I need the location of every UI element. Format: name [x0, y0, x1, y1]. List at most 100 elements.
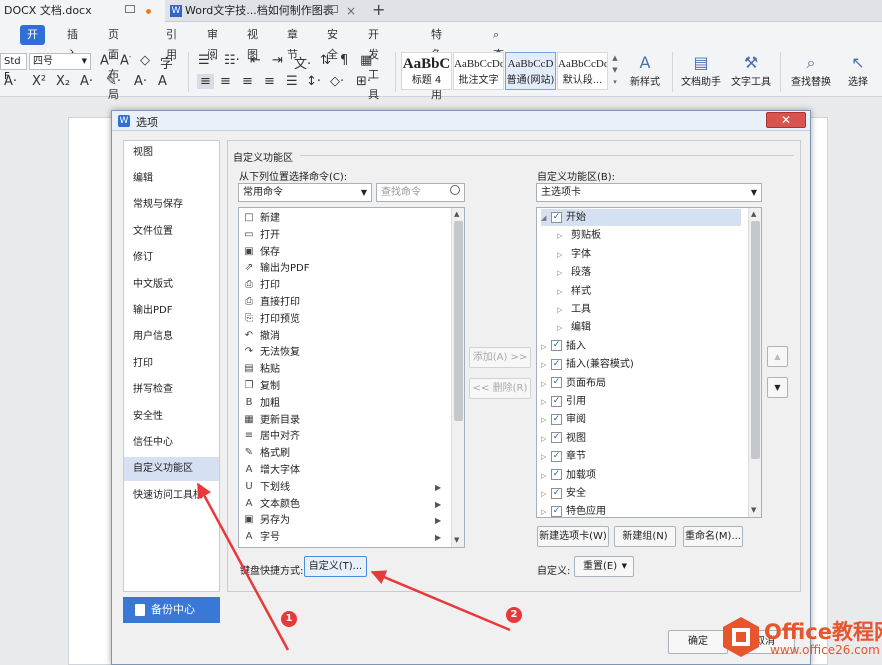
char-color-icon[interactable]: A· [134, 74, 147, 89]
nav-general-save[interactable]: 常规与保存 [124, 193, 219, 217]
command-source-select[interactable]: 常用命令 ▼ [238, 183, 372, 202]
text-tools-button[interactable]: ⚒ 文字工具 [726, 53, 776, 88]
font-color-icon[interactable]: A· [4, 74, 17, 89]
expand-icon[interactable]: ▷ [541, 394, 551, 411]
close-icon[interactable]: ✕ [766, 112, 806, 128]
expand-icon[interactable]: ▷ [541, 468, 551, 485]
ribbon-tree[interactable]: ◢ ✓ 开始 ▷ 剪贴板 ▷ 字体 ▷ 段落 ▷ 样式 ▷ 工具 ▷ 编辑 ▷ ✓ 插入 ▷ ✓ 插入(兼容模式) ▷ ✓ 页… [536, 207, 762, 518]
nav-quick-access[interactable]: 快速访问工具栏 [124, 484, 219, 508]
command-item[interactable]: A 文本颜色 ▶ [243, 496, 442, 513]
command-item[interactable]: ≡ 居中对齐 [243, 428, 300, 445]
new-group-button[interactable]: 新建组(N) [614, 526, 676, 547]
doc-assistant-button[interactable]: ▤ 文档助手 [676, 53, 726, 88]
close-tab-icon[interactable]: × [346, 0, 356, 22]
font-name-field[interactable]: Std F [0, 53, 27, 82]
reset-dropdown[interactable]: 重置(E) ▼ [574, 556, 634, 577]
window-icon[interactable] [125, 5, 135, 13]
nav-output-pdf[interactable]: 输出PDF [124, 299, 219, 323]
indent-icon[interactable]: ⇥ [272, 53, 283, 68]
nav-user-info[interactable]: 用户信息 [124, 325, 219, 349]
move-down-button[interactable]: ▼ [767, 377, 788, 398]
justify-icon[interactable]: ≡ [264, 74, 275, 89]
ribbon-tree-node[interactable]: ▷ 剪贴板 [557, 227, 741, 244]
nav-file-location[interactable]: 文件位置 [124, 220, 219, 244]
command-item[interactable]: U 下划线 ▶ [243, 479, 441, 496]
checkbox[interactable]: ✓ [551, 487, 562, 499]
command-item[interactable]: ↷ 无法恢复 [243, 344, 300, 361]
command-list-scrollbar[interactable]: ▲ ▼ [451, 208, 464, 547]
ribbon-tree-node[interactable]: ▷ ✓ 视图 [541, 430, 741, 447]
nav-spell-check[interactable]: 拼写检查 [124, 378, 219, 402]
command-item[interactable]: ❐ 复制 [243, 378, 280, 395]
expand-icon[interactable]: ▷ [541, 486, 551, 503]
ribbon-tree-node[interactable]: ▷ 样式 [557, 283, 741, 300]
nav-customize-ribbon[interactable]: 自定义功能区 [124, 457, 219, 481]
checkbox[interactable]: ✓ [551, 395, 562, 407]
checkbox[interactable]: ✓ [551, 469, 562, 481]
table-icon[interactable]: ▦ [360, 53, 372, 68]
checkbox[interactable]: ✓ [551, 340, 562, 352]
nav-trust-center[interactable]: 信任中心 [124, 431, 219, 455]
expand-icon[interactable]: ▷ [541, 357, 551, 374]
checkbox[interactable]: ✓ [551, 450, 562, 462]
style-heading4[interactable]: AaBbC 标题 4 [401, 52, 452, 90]
sort-icon[interactable]: ⇅ [320, 53, 331, 68]
move-up-button[interactable]: ▲ [767, 346, 788, 367]
command-item[interactable]: ↶ 撤消 [243, 328, 280, 345]
highlight-icon[interactable]: ✎· [106, 74, 121, 89]
dialog-titlebar[interactable]: W 选项 ✕ [112, 111, 810, 131]
checkbox[interactable]: ✓ [551, 377, 562, 389]
show-marks-icon[interactable]: ¶ [340, 53, 348, 68]
ribbon-tree-node[interactable]: ▷ ✓ 插入(兼容模式) [541, 356, 741, 373]
window-icon[interactable] [328, 5, 338, 13]
menu-security[interactable]: 安全 [327, 25, 338, 61]
rename-button[interactable]: 重命名(M)... [683, 526, 743, 547]
command-item[interactable]: ⎙ 打印 [243, 277, 280, 294]
align-right-icon[interactable]: ≡ [242, 74, 253, 89]
command-search-input[interactable]: 查找命令 [376, 183, 465, 202]
bullets-icon[interactable]: ☰· [198, 53, 214, 68]
expand-icon[interactable]: ▷ [557, 320, 567, 337]
nav-security[interactable]: 安全性 [124, 405, 219, 429]
ribbon-tree-node[interactable]: ▷ 段落 [557, 264, 741, 281]
scroll-up-icon[interactable]: ▲ [454, 210, 459, 218]
border-icon[interactable]: ⊞· [356, 74, 371, 89]
outdent-icon[interactable]: ⇤ [250, 53, 261, 68]
menu-developer[interactable]: 开发工具 [368, 25, 379, 101]
scroll-up-icon[interactable]: ▲ [751, 210, 756, 218]
new-tab-button[interactable]: + [372, 0, 385, 20]
nav-revision[interactable]: 修订 [124, 246, 219, 270]
menu-page-layout[interactable]: 页面布局 [108, 25, 119, 101]
menu-special[interactable]: 特色应用 [431, 25, 442, 101]
command-item[interactable]: ⇗ 输出为PDF [243, 260, 310, 277]
expand-icon[interactable]: ▷ [557, 247, 567, 264]
grow-font-icon[interactable]: A+ [100, 53, 115, 68]
ribbon-tree-node[interactable]: ◢ ✓ 开始 [541, 209, 741, 226]
command-item[interactable]: A 字号 ▶ [243, 529, 442, 546]
backup-center-button[interactable]: 备份中心 [123, 597, 220, 623]
doc-tab-2[interactable]: W Word文字技...档如何制作图表 × [166, 0, 361, 22]
menu-insert[interactable]: 插入 [67, 25, 78, 61]
command-item[interactable]: ▦ 更新目录 [243, 412, 300, 429]
command-item[interactable]: B 加粗 [243, 395, 280, 412]
shrink-font-icon[interactable]: A- [120, 53, 131, 68]
checkbox[interactable]: ✓ [551, 505, 562, 517]
style-default-para[interactable]: AaBbCcDd 默认段... [557, 52, 608, 90]
add-button[interactable]: 添加(A) >> [469, 347, 531, 368]
customize-shortcut-button[interactable]: 自定义(T)... [304, 556, 367, 577]
expand-icon[interactable]: ▷ [541, 339, 551, 356]
superscript-icon[interactable]: X² [32, 74, 46, 89]
ribbon-tree-node[interactable]: ▷ 字体 [557, 246, 741, 263]
expand-icon[interactable]: ▷ [541, 431, 551, 448]
command-item[interactable]: ✎ 格式刷 [243, 445, 290, 462]
command-item[interactable]: ⎘ 打印预览 [243, 311, 300, 328]
numbering-icon[interactable]: ☷· [224, 53, 240, 68]
expand-icon[interactable]: ▷ [557, 228, 567, 245]
menu-search[interactable]: ⌕查找 [493, 25, 504, 81]
expand-icon[interactable]: ▷ [541, 449, 551, 466]
command-list[interactable]: □ 新建 ▭ 打开 ▣ 保存 ⇗ 输出为PDF ⎙ 打印 ⎙ 直接打印 ⎘ 打印预览 ↶ 撤消 ↷ 无法恢复 ▤ 粘贴… [238, 207, 465, 548]
scroll-thumb[interactable] [454, 221, 463, 421]
menu-view[interactable]: 视图 [247, 25, 258, 61]
checkbox[interactable]: ✓ [551, 358, 562, 370]
ribbon-tree-node[interactable]: ▷ ✓ 加载项 [541, 467, 741, 484]
